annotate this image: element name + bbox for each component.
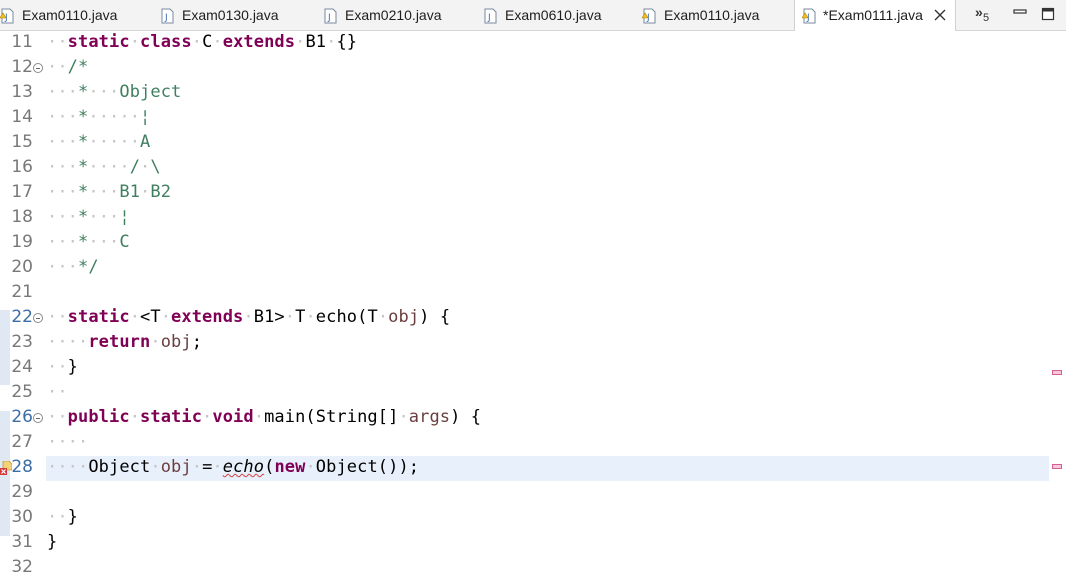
java-file-icon: J xyxy=(484,8,497,24)
chevron-double-right-icon: » xyxy=(975,4,983,20)
java-file-warning-icon: J xyxy=(802,8,816,24)
code-line[interactable]: 16 ···*····/·\ xyxy=(0,156,1066,181)
code-line[interactable]: 11 ··static·class·C·extends·B1·{} xyxy=(0,31,1066,56)
overview-ruler-error-marker[interactable] xyxy=(1052,464,1062,469)
code-line[interactable]: 17 ···*···B1·B2 xyxy=(0,181,1066,206)
code-line[interactable]: 29 xyxy=(0,481,1066,506)
overview-ruler-warning-marker[interactable] xyxy=(1052,370,1062,375)
close-tab-icon[interactable] xyxy=(933,8,947,22)
code-line[interactable]: 25 ·· xyxy=(0,381,1066,406)
maximize-icon[interactable] xyxy=(1041,7,1055,21)
svg-text:J: J xyxy=(164,13,168,23)
code-line[interactable]: 23 ····return·obj; xyxy=(0,331,1066,356)
code-line[interactable]: 12 ··/* xyxy=(0,56,1066,81)
minimize-icon[interactable] xyxy=(1013,7,1027,21)
java-file-warning-icon: J xyxy=(0,8,14,24)
svg-text:J: J xyxy=(487,13,491,23)
tab-exam0130[interactable]: J Exam0130.java xyxy=(160,0,310,31)
code-line[interactable]: 26 ··public·static·void·main(String[]·ar… xyxy=(0,406,1066,431)
tab-exam0610[interactable]: J Exam0610.java xyxy=(483,0,633,31)
code-line[interactable]: 15 ···*·····A xyxy=(0,131,1066,156)
more-tabs-button[interactable]: » 5 xyxy=(973,2,997,30)
tab-exam0111-active[interactable]: J *Exam0111.java xyxy=(794,0,956,32)
code-line[interactable]: 22 ··static·<T·extends·B1>·T·echo(T·obj)… xyxy=(0,306,1066,331)
tab-exam0110-second[interactable]: J Exam0110.java xyxy=(642,0,792,31)
code-line[interactable]: 30 ··} xyxy=(0,506,1066,531)
code-line-current[interactable]: 28 ····Object·obj·=·echo(new·Object()); xyxy=(0,456,1066,481)
code-line[interactable]: 32 xyxy=(0,556,1066,580)
tab-exam0110[interactable]: J Exam0110.java xyxy=(0,0,150,31)
code-line[interactable]: 21 xyxy=(0,281,1066,306)
fold-toggle-icon[interactable] xyxy=(33,63,43,73)
fold-toggle-icon[interactable] xyxy=(33,413,43,423)
editor-tab-bar: J Exam0110.java J Exam0130.java J Exam02… xyxy=(0,0,1066,32)
code-editor[interactable]: 11 ··static·class·C·extends·B1·{} 12 ··/… xyxy=(0,31,1066,580)
java-file-warning-icon: J xyxy=(642,8,656,24)
fold-toggle-icon[interactable] xyxy=(33,313,43,323)
error-underlined-method: echo xyxy=(222,457,265,477)
code-line[interactable]: 27 ···· xyxy=(0,431,1066,456)
svg-text:J: J xyxy=(327,13,331,23)
code-line[interactable]: 18 ···*···¦ xyxy=(0,206,1066,231)
java-file-icon: J xyxy=(324,8,337,24)
java-file-icon: J xyxy=(161,8,174,24)
code-line[interactable]: 31 } xyxy=(0,531,1066,556)
hidden-tab-count: 5 xyxy=(983,12,990,24)
code-line[interactable]: 19 ···*···C xyxy=(0,231,1066,256)
code-line[interactable]: 14 ···*·····¦ xyxy=(0,106,1066,131)
tab-exam0210[interactable]: J Exam0210.java xyxy=(323,0,473,31)
code-line[interactable]: 20 ···*/ xyxy=(0,256,1066,281)
code-line[interactable]: 13 ···*···Object xyxy=(0,81,1066,106)
code-line[interactable]: 24 ··} xyxy=(0,356,1066,381)
